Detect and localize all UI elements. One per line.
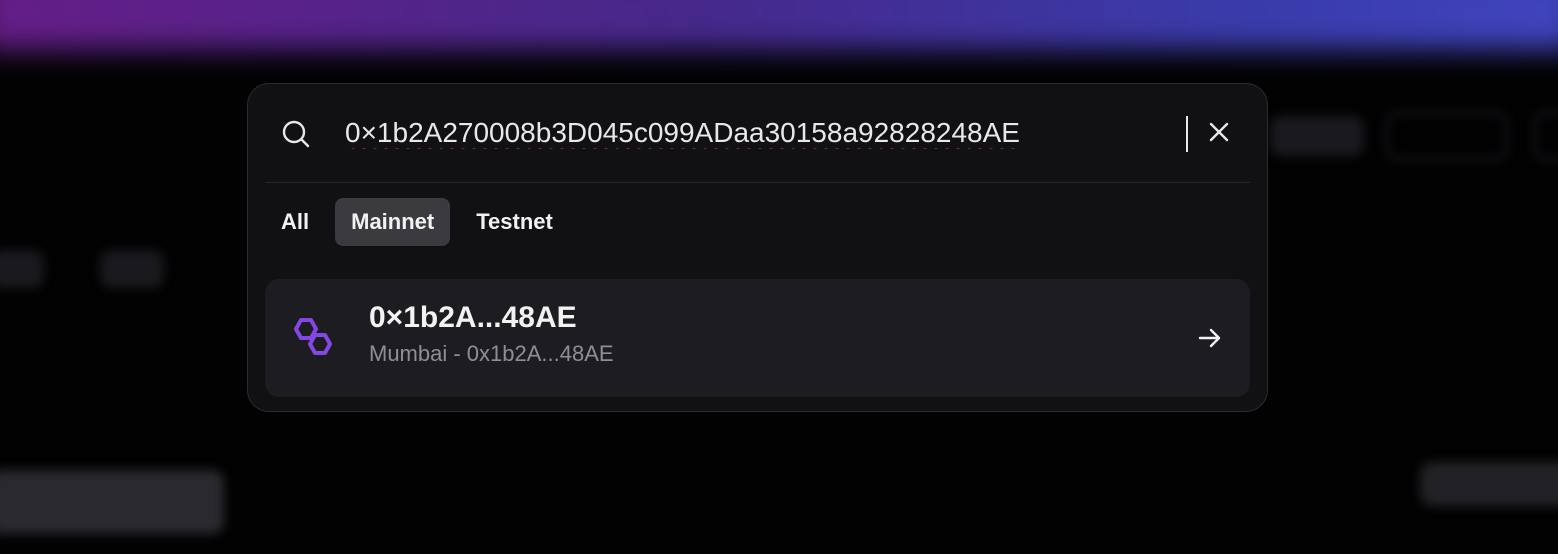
arrow-right-icon[interactable] <box>1196 324 1224 352</box>
search-result-item[interactable]: 0×1b2A...48AE Mumbai - 0x1b2A...48AE <box>265 279 1250 397</box>
background-chip <box>100 250 164 288</box>
tab-mainnet[interactable]: Mainnet <box>335 198 451 246</box>
search-input[interactable] <box>345 110 1185 156</box>
search-icon <box>282 120 310 148</box>
polygon-logo-icon <box>294 318 332 355</box>
tab-all[interactable]: All <box>265 198 325 246</box>
background-nav-chip <box>1534 112 1558 160</box>
tab-testnet[interactable]: Testnet <box>460 198 569 246</box>
search-modal: All Mainnet Testnet 0×1b2A...48AE Mumbai… <box>247 83 1268 412</box>
background-nav-chip <box>1270 116 1364 156</box>
background-heading-blur <box>0 470 224 534</box>
background-label-blur <box>1420 462 1558 506</box>
network-filter-tabs: All Mainnet Testnet <box>265 198 579 246</box>
result-subtitle: Mumbai - 0x1b2A...48AE <box>369 341 614 366</box>
close-icon[interactable] <box>1204 117 1234 147</box>
background-banner <box>0 0 1558 50</box>
search-bar <box>265 84 1250 183</box>
background-chip <box>0 250 44 288</box>
text-caret <box>1186 116 1188 152</box>
result-title: 0×1b2A...48AE <box>369 301 577 334</box>
background-nav-chip <box>1386 112 1508 160</box>
